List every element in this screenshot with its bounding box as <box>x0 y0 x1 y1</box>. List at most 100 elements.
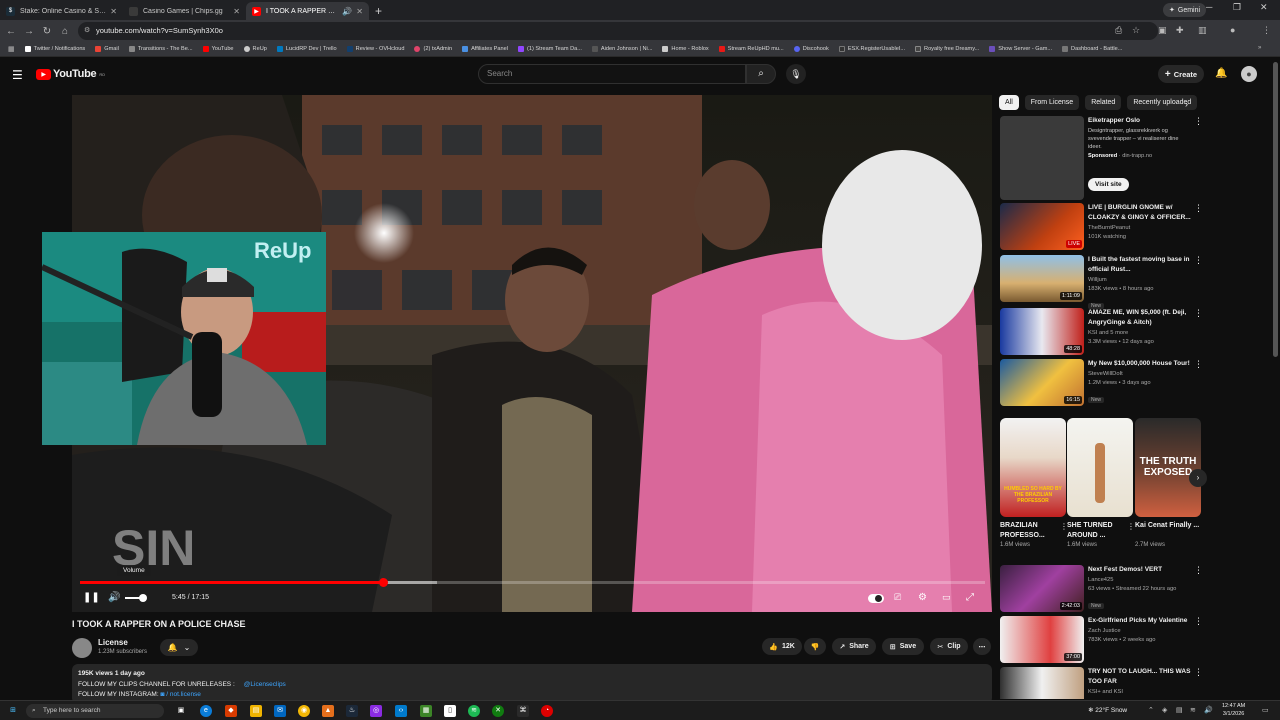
bookmark[interactable]: Review - OVHcloud <box>346 46 404 52</box>
minimize-icon[interactable]: ─ <box>1206 2 1212 12</box>
recommended-video[interactable]: 37:00 Ex-Girlfriend Picks My Valentine Za… <box>1000 616 1205 664</box>
more-options-icon[interactable]: ⋮ <box>1194 308 1203 319</box>
channel-name[interactable]: KSI and 5 more <box>1088 329 1192 338</box>
notifications-icon[interactable]: ▭ <box>1262 706 1269 714</box>
maximize-icon[interactable]: ❐ <box>1233 2 1241 13</box>
page-scrollbar[interactable] <box>1273 62 1278 357</box>
bookmark[interactable]: Dashboard - Battle... <box>1062 46 1122 52</box>
short-thumbnail[interactable] <box>1067 418 1133 517</box>
bookmark[interactable]: LucidRP Dev | Trello <box>276 46 337 52</box>
channel-name[interactable]: TheBurntPeanut <box>1088 224 1192 233</box>
wifi-icon[interactable]: ≋ <box>1190 706 1196 714</box>
fullscreen-icon[interactable]: ⤢ <box>966 592 974 603</box>
bookmark[interactable]: Twitter / Notifications <box>24 46 85 52</box>
recommended-video[interactable]: 1:11:09 I Built the fastest moving base … <box>1000 255 1205 309</box>
recommended-video[interactable]: 2:42:03 Next Fest Demos! VERT Lance425 63 … <box>1000 565 1205 613</box>
extension-icon[interactable]: ▣ <box>1158 25 1167 36</box>
more-options-icon[interactable]: ⋮ <box>1194 116 1203 127</box>
bookmark[interactable]: Show Server - Gam... <box>989 46 1052 52</box>
weather-widget[interactable]: ❄ 22°F Snow <box>1088 706 1127 714</box>
video-thumbnail[interactable] <box>1000 667 1084 699</box>
tray-app-icon[interactable]: ◈ <box>1162 706 1167 714</box>
ad-thumbnail[interactable] <box>1000 116 1084 200</box>
chip-all[interactable]: All <box>999 95 1019 110</box>
pause-button[interactable]: ❚❚ <box>83 592 100 603</box>
more-options-icon[interactable]: ⋮ <box>1194 255 1203 266</box>
notepad-icon[interactable]: ▯ <box>444 705 456 717</box>
app-icon[interactable]: ▲ <box>322 705 334 717</box>
site-info-icon[interactable]: ⚙ <box>84 22 90 40</box>
xbox-icon[interactable]: ✕ <box>492 705 504 717</box>
channel-name[interactable]: Willjum <box>1088 276 1192 285</box>
close-icon[interactable]: ✕ <box>110 7 117 16</box>
more-options-icon[interactable]: ⋮ <box>1194 565 1203 576</box>
home-icon[interactable]: ⌂ <box>56 26 74 37</box>
share-button[interactable]: ↗ Share <box>832 638 876 655</box>
notifications-bell-icon[interactable]: 🔔 <box>1215 68 1227 79</box>
like-button[interactable]: 👍 12K <box>762 638 802 655</box>
window-close-icon[interactable]: ✕ <box>1260 2 1268 13</box>
video-thumbnail[interactable]: 1:11:09 <box>1000 255 1084 302</box>
recommended-video[interactable]: 48:28 AMAZE ME, WIN $5,000 (ft. Deji, An… <box>1000 308 1205 358</box>
bookmark[interactable]: Royalty free Dreamy... <box>915 46 979 52</box>
short-thumbnail[interactable]: HUMBLED SO HARD BY THE BRAZILIAN PROFESS… <box>1000 418 1066 517</box>
more-options-icon[interactable]: ⋮ <box>1194 616 1203 627</box>
bookmark[interactable]: Home - Roblox <box>662 46 709 52</box>
progress-bar[interactable] <box>80 578 985 587</box>
voice-search-button[interactable]: 🎙 <box>786 64 806 84</box>
short-thumbnail[interactable]: THE TRUTH EXPOSED <box>1135 418 1201 517</box>
bookmark[interactable]: ReUp <box>243 46 267 52</box>
mute-button[interactable]: 🔊 <box>108 592 120 603</box>
settings-gear-icon[interactable]: ⚙ <box>918 592 927 603</box>
more-options-icon[interactable]: ⋮ <box>1194 667 1203 678</box>
hamburger-menu-icon[interactable]: ☰ <box>12 68 23 82</box>
volume-icon[interactable]: 🔊 <box>1204 706 1213 714</box>
app-icon[interactable]: ◎ <box>370 705 382 717</box>
close-icon[interactable]: ✕ <box>233 7 240 16</box>
close-icon[interactable]: ✕ <box>356 7 363 16</box>
chip-from-license[interactable]: From License <box>1024 95 1080 110</box>
browser-menu-icon[interactable]: ⋮ <box>1262 25 1271 36</box>
address-bar[interactable]: ⚙ youtube.com/watch?v=SumSynh3X0o <box>78 22 1158 40</box>
bookmark-star-icon[interactable]: ☆ <box>1132 25 1140 36</box>
channel-avatar[interactable] <box>72 638 92 658</box>
app-icon[interactable]: ◔ <box>541 705 553 717</box>
mail-icon[interactable]: ✉ <box>274 705 286 717</box>
youtube-logo[interactable]: ▶ YouTube RO <box>36 68 105 80</box>
create-button[interactable]: + Create <box>1158 65 1204 83</box>
more-bookmarks-icon[interactable]: » <box>1258 45 1261 51</box>
channel-name[interactable]: Lance425 <box>1088 576 1192 585</box>
clips-channel-link[interactable]: @Licenseclips <box>244 681 286 688</box>
recommended-video[interactable]: 16:15 My New $10,000,000 House Tour! Stev… <box>1000 359 1205 411</box>
profile-icon[interactable]: ● <box>1230 25 1235 35</box>
taskbar-search[interactable]: ⌕ Type here to search <box>26 704 164 718</box>
miniplayer-icon[interactable]: ▭ <box>942 592 951 603</box>
tray-chevron-icon[interactable]: ⌃ <box>1148 706 1154 714</box>
short-item[interactable]: SHE TURNED AROUND ... 1.6M views ⋮ <box>1067 418 1135 548</box>
instagram-link[interactable]: / not.license <box>166 691 201 698</box>
windows-start-icon[interactable]: ⊞ <box>7 705 19 717</box>
system-clock[interactable]: 12:47 AM 3/1/2026 <box>1222 703 1245 718</box>
file-explorer-icon[interactable]: ▤ <box>250 705 262 717</box>
bookmark[interactable]: Transitions - The Be... <box>128 46 193 52</box>
visit-site-button[interactable]: Visit site <box>1088 178 1129 191</box>
new-tab-button[interactable]: + <box>375 2 382 20</box>
account-avatar[interactable]: ● <box>1241 66 1257 82</box>
back-icon[interactable]: ← <box>2 26 20 37</box>
bookmark[interactable]: Stream ReUpHD mu... <box>718 46 784 52</box>
bookmark[interactable]: (1) Stream Team Da... <box>517 46 582 52</box>
volume-handle[interactable] <box>139 594 147 602</box>
forward-icon[interactable]: → <box>20 26 38 37</box>
minecraft-icon[interactable]: ▦ <box>420 705 432 717</box>
app-icon[interactable]: ⌘ <box>517 705 529 717</box>
video-thumbnail[interactable]: 48:28 <box>1000 308 1084 355</box>
bookmark[interactable]: YouTube <box>202 46 234 52</box>
captions-icon[interactable]: ⎚ <box>894 592 901 603</box>
search-button[interactable]: ⌕ <box>746 64 776 84</box>
tab-youtube[interactable]: ▶ I TOOK A RAPPER ON A PO🔊 ✕ <box>246 2 369 20</box>
chrome-icon[interactable]: ◉ <box>298 705 310 717</box>
channel-name[interactable]: SteveWillDoIt <box>1088 370 1192 379</box>
vscode-icon[interactable]: ‹› <box>395 705 407 717</box>
gemini-button[interactable]: ✦ Gemini <box>1163 3 1207 17</box>
edge-icon[interactable]: e <box>200 705 212 717</box>
